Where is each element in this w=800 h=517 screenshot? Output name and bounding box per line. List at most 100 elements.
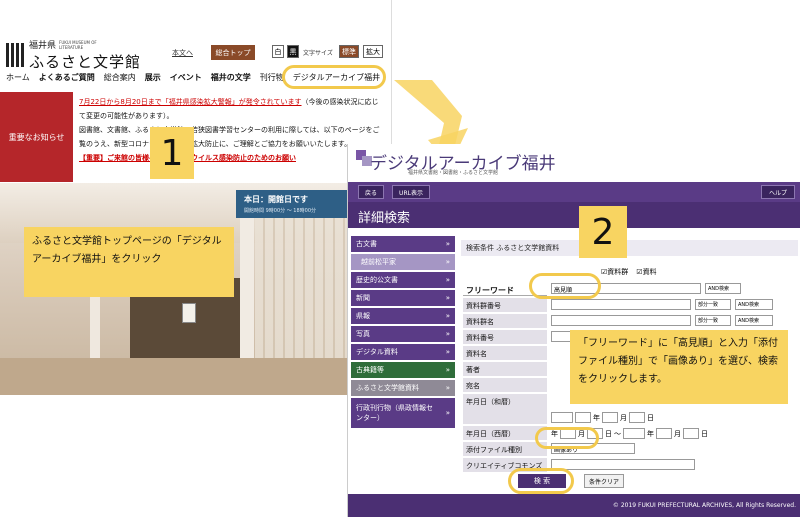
help-button[interactable]: ヘルプ — [761, 185, 795, 199]
attachment-highlight — [535, 427, 599, 449]
sidebar-item-historical-docs[interactable]: 歴史的公文書 » — [351, 272, 455, 288]
font-standard-button[interactable]: 標準 — [339, 45, 359, 58]
nav-faq[interactable]: よくあるご質問 — [39, 72, 95, 83]
notice-alert-link[interactable]: 7月22日から8月20日まで「福井県感染拡大警報」が発令されています — [79, 98, 302, 106]
nav-exhibit[interactable]: 展示 — [145, 72, 161, 83]
free-word-op-select[interactable]: AND検索 — [705, 283, 741, 294]
date-jp-inputs[interactable]: 年月日 — [551, 412, 654, 423]
free-word-highlight — [529, 273, 601, 299]
logo-mark-icon — [6, 43, 24, 67]
day-label: 日 — [701, 429, 708, 438]
date-ad-row: 年月日（西暦） 年月日～年月日 — [461, 426, 798, 441]
digital-archive-highlight — [282, 65, 386, 89]
sidebar-label: 越前松平家 — [361, 258, 396, 266]
sidebar-item-matsudaira[interactable]: 越前松平家 » — [351, 254, 455, 270]
creative-commons-select[interactable] — [551, 459, 695, 470]
chevron-right-icon: » — [445, 348, 450, 356]
sidebar-label: 古典籍等 — [356, 366, 384, 374]
field-label: 添付ファイル種別 — [463, 442, 547, 456]
attachment-row: 添付ファイル種別 画像あり — [461, 442, 798, 457]
free-word-row: フリーワード 高見順 AND検索 — [461, 282, 798, 297]
chevron-right-icon: » — [445, 330, 450, 338]
field-label: 資料群番号 — [463, 298, 547, 312]
collection-number-row: 資料群番号 部分一致 AND検索 — [461, 298, 798, 313]
collection-name-input[interactable] — [551, 315, 691, 326]
sidebar-item-newspaper[interactable]: 新聞 » — [351, 290, 455, 306]
target-checkboxes: ☑資料群 ☑資料 — [601, 267, 657, 277]
field-label: 著者 — [463, 362, 547, 376]
step2-badge: 2 — [579, 206, 627, 258]
sidebar-item-literature-museum[interactable]: ふるさと文学館資料 » — [351, 380, 455, 396]
library-page-screenshot: 福井県 FUKUI MUSEUM OF LITERATURE ふるさと文学館 本… — [0, 0, 392, 395]
url-display-button[interactable]: URL表示 — [392, 185, 430, 199]
chevron-right-icon: » — [445, 312, 450, 320]
clear-button[interactable]: 条件クリア — [584, 474, 624, 488]
nav-event[interactable]: イベント — [170, 72, 202, 83]
checkbox-label: 資料 — [642, 268, 657, 276]
back-button[interactable]: 戻る — [358, 185, 384, 199]
nav-publications[interactable]: 刊行物 — [260, 72, 284, 83]
archive-subtitle: 福井県文書館・図書館・ふるさと文学館 — [408, 170, 499, 176]
important-notice-label: 重要なお知らせ — [0, 92, 73, 182]
field-label: 宛名 — [463, 378, 547, 392]
sidebar-label: デジタル資料 — [356, 348, 398, 356]
skip-to-content-link[interactable]: 本文へ — [172, 48, 193, 58]
sidebar-label: 写真 — [356, 330, 370, 338]
opening-status-title: 本日：開館日です — [244, 195, 308, 204]
sidebar-label: 新聞 — [356, 294, 370, 302]
page-title: 詳細検索 — [348, 202, 800, 228]
chevron-right-icon: » — [445, 258, 450, 266]
sidebar-item-photo[interactable]: 写真 » — [351, 326, 455, 342]
library-logo[interactable]: 福井県 FUKUI MUSEUM OF LITERATURE ふるさと文学館 — [6, 38, 141, 72]
match-select[interactable]: 部分一致 — [695, 299, 731, 310]
sidebar-item-digital[interactable]: デジタル資料 » — [351, 344, 455, 360]
step1-instruction: ふるさと文学館トップページの「デジタルアーカイブ福井」をクリック — [24, 227, 234, 297]
logo-name: ふるさと文学館 — [29, 53, 142, 71]
checkbox-item[interactable]: ☑資料 — [636, 267, 656, 277]
chevron-right-icon: » — [445, 276, 450, 284]
sidebar-label: 歴史的公文書 — [356, 276, 398, 284]
important-notice-body: 7月22日から8月20日まで「福井県感染拡大警報」が発令されています（今後の感染… — [79, 95, 384, 165]
footer: © 2019 FUKUI PREFECTURAL ARCHIVES, All R… — [348, 494, 800, 517]
field-label: 資料群名 — [463, 314, 547, 328]
font-large-button[interactable]: 拡大 — [363, 45, 383, 58]
chevron-right-icon: » — [445, 384, 450, 392]
chevron-right-icon: » — [445, 366, 450, 374]
checkbox-collection[interactable]: ☑資料群 — [601, 267, 628, 277]
range-label: ～ — [614, 429, 621, 438]
year-label: 年 — [647, 429, 654, 438]
year-label: 年 — [593, 413, 600, 422]
chevron-right-icon: » — [445, 294, 450, 302]
nav-home[interactable]: ホーム — [6, 72, 30, 83]
main-top-button[interactable]: 総合トップ — [211, 45, 255, 60]
sidebar-item-gazette[interactable]: 県報 » — [351, 308, 455, 324]
collection-name-row: 資料群名 部分一致 AND検索 — [461, 314, 798, 329]
detail-search-form: 検索条件 ふるさと文学館資料 ☑資料群 ☑資料 フリーワード 高見順 AND検索… — [461, 240, 798, 472]
nav-guide[interactable]: 総合案内 — [104, 72, 136, 83]
op-select[interactable]: AND検索 — [735, 299, 773, 310]
sidebar-label: ふるさと文学館資料 — [356, 384, 419, 392]
search-highlight — [508, 468, 574, 494]
font-size-label: 文字サイズ — [303, 50, 333, 57]
sidebar-item-gov-publications[interactable]: 行政刊行物（県政情報センター） » — [351, 398, 455, 428]
op-select[interactable]: AND検索 — [735, 315, 773, 326]
checkbox-label: 資料群 — [607, 268, 629, 276]
sidebar-item-classics[interactable]: 古典籍等 » — [351, 362, 455, 378]
logo-english: FUKUI MUSEUM OF LITERATURE — [59, 39, 97, 50]
field-label: 年月日（和暦） — [463, 394, 547, 424]
notice-covid-link[interactable]: 【重要】ご来館の皆様へ新型コロナウイルス感染防止のためのお願い — [79, 151, 384, 165]
match-select[interactable]: 部分一致 — [695, 315, 731, 326]
sidebar-item-komonjo[interactable]: 古文書 » — [351, 236, 455, 252]
nav-fukui-literature[interactable]: 福井の文学 — [211, 72, 251, 83]
bg-white-button[interactable]: 白 — [272, 45, 284, 58]
field-label: 資料番号 — [463, 330, 547, 344]
day-label: 日 — [605, 429, 612, 438]
notice-detail: 図書館、文書館、ふるさと文学館、若狭図書学習センターの利用に際しては、以下のペー… — [79, 126, 380, 148]
bg-black-button[interactable]: 黒 — [287, 45, 299, 58]
month-label: 月 — [620, 413, 627, 422]
sidebar-label: 古文書 — [356, 240, 377, 248]
collection-number-input[interactable] — [551, 299, 691, 310]
month-label: 月 — [674, 429, 681, 438]
search-condition-title: 検索条件 ふるさと文学館資料 — [461, 240, 798, 256]
sidebar-label: 県報 — [356, 312, 370, 320]
